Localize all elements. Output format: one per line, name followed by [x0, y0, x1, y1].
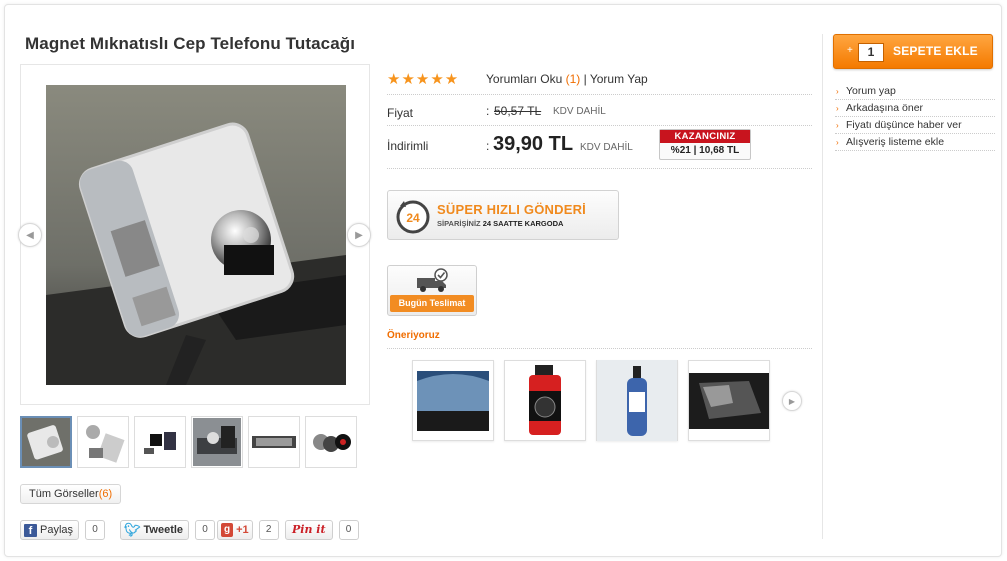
price-colon: : [486, 104, 490, 118]
google-plus-icon: g [221, 523, 234, 537]
old-price-kdv: KDV DAHİL [553, 106, 606, 117]
twitter-bird-icon: 🐦︎ [124, 522, 141, 537]
thumbnail[interactable] [305, 416, 357, 468]
side-link-add-to-list[interactable]: › Alışveriş listeme ekle [835, 134, 995, 151]
savings-title: KAZANCINIZ [660, 130, 750, 143]
add-to-cart-label: SEPETE EKLE [893, 44, 978, 58]
read-reviews-link[interactable]: Yorumları Oku [486, 72, 562, 86]
same-day-delivery-badge: Bugün Teslimat [387, 265, 477, 316]
side-link-price-alert[interactable]: › Fiyatı düşünce haber ver [835, 117, 995, 134]
thumbnail-strip [20, 416, 357, 468]
gplus-share: g +1 2 [217, 520, 279, 540]
gplus-label: +1 [236, 524, 249, 536]
next-image-arrow[interactable]: ▶ [347, 223, 371, 247]
recommend-next-arrow[interactable]: ▶ [782, 391, 802, 411]
all-images-button[interactable]: Tüm Görseller(6) [20, 484, 122, 504]
chevron-left-icon: ◀ [26, 229, 34, 241]
product-title: Magnet Mıknatıslı Cep Telefonu Tutacağı [25, 34, 356, 53]
thumbnail[interactable] [134, 416, 186, 468]
twitter-share: 🐦︎ Tweetle 0 [120, 520, 216, 540]
reviews-row: Yorumları Oku (1) | Yorum Yap [486, 72, 648, 86]
gplus-count: 2 [258, 520, 279, 540]
all-images-label: Tüm Görseller [29, 488, 99, 500]
fast-shipping-badge: 24 SÜPER HIZLI GÖNDERİ SİPARİŞİNİZ 24 SA… [387, 190, 619, 240]
savings-value: %21 | 10,68 TL [670, 145, 740, 156]
tweet-button[interactable]: 🐦︎ Tweetle [120, 520, 190, 540]
discounted-price: 39,90 TL [493, 133, 574, 155]
arrow-icon: › [836, 87, 839, 96]
facebook-count: 0 [85, 520, 106, 540]
divider [387, 94, 812, 95]
thumbnail[interactable] [77, 416, 129, 468]
all-images-count: (6) [98, 488, 113, 500]
divider [387, 125, 812, 126]
main-product-image[interactable] [46, 85, 346, 385]
delivery-truck-icon [417, 268, 448, 292]
same-day-delivery-label: Bugün Teslimat [390, 295, 474, 312]
pin-it-button[interactable]: Pin it [285, 520, 333, 540]
old-price: 50,57 TL [494, 104, 542, 118]
reviews-count: (1) [565, 72, 581, 86]
thumbnail[interactable] [191, 416, 243, 468]
quantity-input[interactable]: 1 [858, 43, 884, 62]
recommend-title: Öneriyoruz [387, 330, 440, 341]
add-to-cart-button[interactable]: + 1 SEPETE EKLE [833, 34, 993, 69]
twitter-label: Tweetle [143, 524, 184, 536]
side-links: › Yorum yap › Arkadaşına öner › Fiyatı düşü… [835, 83, 995, 151]
divider [387, 168, 812, 169]
arrow-icon: › [836, 104, 839, 113]
facebook-share-button[interactable]: f Paylaş [20, 520, 80, 540]
column-separator [822, 34, 823, 539]
chevron-right-icon: ▶ [788, 396, 796, 406]
recommended-product[interactable] [504, 360, 586, 441]
price-label: Fiyat [387, 106, 414, 120]
recommended-product[interactable] [412, 360, 494, 441]
main-image-box: ◀ ▶ [18, 64, 371, 405]
rating-stars: ★★★★★ [387, 71, 460, 88]
new-price-kdv: KDV DAHİL [580, 142, 633, 153]
side-link-recommend-friend[interactable]: › Arkadaşına öner [835, 100, 995, 117]
recommended-product[interactable] [596, 360, 678, 441]
side-link-write-review[interactable]: › Yorum yap [835, 83, 995, 100]
fast-shipping-title: SÜPER HIZLI GÖNDERİ [437, 202, 586, 217]
arrow-icon: › [836, 121, 839, 130]
chevron-right-icon: ▶ [355, 229, 363, 241]
thumbnail[interactable] [20, 416, 72, 468]
discount-label: İndirimli [387, 139, 429, 153]
quantity-plus[interactable]: + [847, 45, 853, 56]
pinterest-count: 0 [338, 520, 359, 540]
clock-24-icon: 24 [396, 200, 430, 234]
arrow-icon: › [836, 138, 839, 147]
prev-image-arrow[interactable]: ◀ [18, 223, 42, 247]
svg-text:24: 24 [406, 211, 420, 225]
gplus-button[interactable]: g +1 [217, 520, 253, 540]
divider [387, 348, 812, 349]
facebook-share: f Paylaş 0 [20, 520, 106, 540]
discount-colon: : [486, 139, 490, 153]
fast-shipping-subtitle: SİPARİŞİNİZ 24 SAATTE KARGODA [437, 219, 564, 228]
thumbnail[interactable] [248, 416, 300, 468]
write-review-link[interactable]: | Yorum Yap [584, 72, 648, 86]
savings-badge: KAZANCINIZ %21 | 10,68 TL [659, 129, 751, 160]
facebook-icon: f [24, 523, 37, 537]
twitter-count: 0 [195, 520, 216, 540]
pinterest-share: Pin it 0 [285, 520, 359, 540]
recommended-product[interactable] [688, 360, 770, 441]
pinterest-label: Pin it [292, 523, 326, 536]
facebook-label: Paylaş [40, 524, 74, 536]
